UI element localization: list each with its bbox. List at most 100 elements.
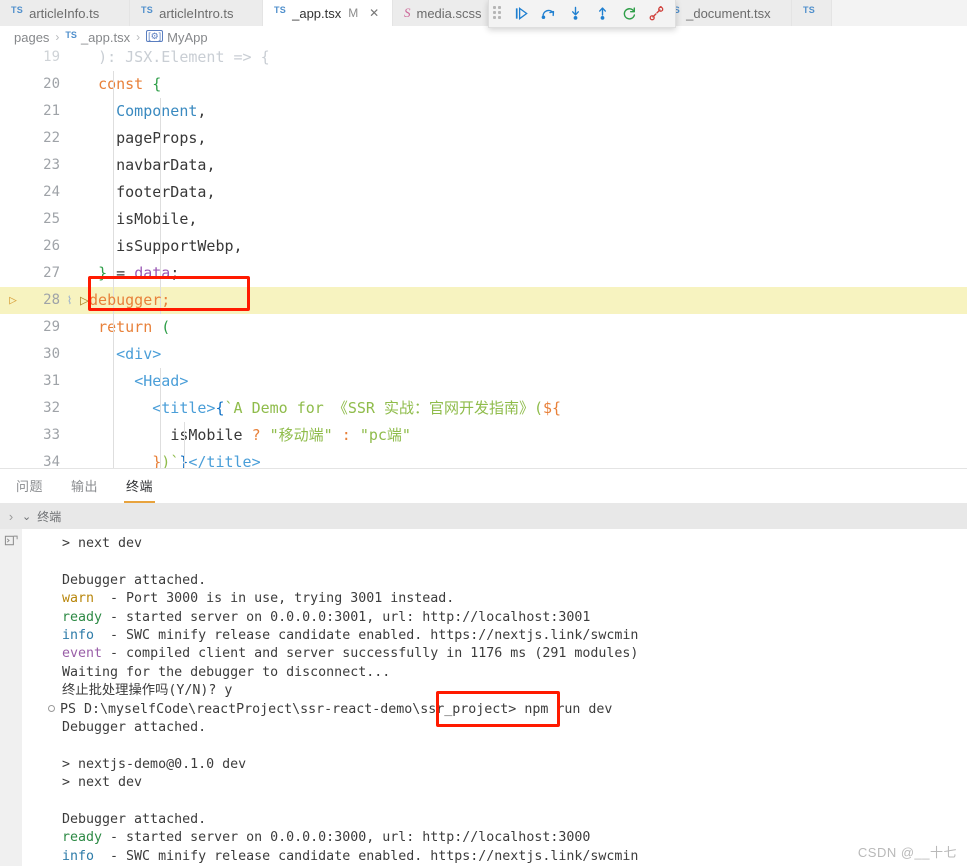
code-text: return ( [74, 314, 967, 341]
terminal-line: Debugger attached. [62, 812, 207, 828]
code-line[interactable]: 27 } = data; [0, 260, 967, 287]
code-token: , [206, 156, 216, 174]
code-token: return [98, 318, 153, 336]
breadcrumb-symbol[interactable]: MyApp [167, 30, 207, 45]
terminal-line: event - compiled client and server succe… [62, 645, 967, 663]
line-number: 32 [43, 400, 60, 416]
line-number: 29 [43, 319, 60, 335]
line-number: 34 [43, 454, 60, 468]
chevron-down-icon[interactable]: ⌄ [22, 510, 31, 523]
code-text: const { [74, 71, 967, 98]
code-line[interactable]: 30 <div> [0, 341, 967, 368]
modified-indicator: M [348, 6, 359, 20]
code-text: isMobile ? "移动端" : "pc端" [74, 422, 967, 449]
code-token: pageProps [116, 129, 198, 147]
code-text: isSupportWebp, [74, 233, 967, 260]
function-symbol-icon: [⚙] [146, 30, 164, 42]
breadcrumb-folder[interactable]: pages [14, 30, 49, 45]
editor-tab-bar: TS articleInfo.ts TS articleIntro.ts TS _app.… [0, 0, 967, 27]
breadcrumb-separator-icon-2: › [136, 30, 141, 44]
line-number: 22 [43, 130, 60, 146]
step-into-button[interactable] [563, 2, 588, 26]
code-text: ▷debugger; [74, 287, 967, 314]
panel-tab-0[interactable]: 问题 [14, 469, 45, 503]
indent-guide [184, 422, 185, 468]
code-line[interactable]: 33 isMobile ? "移动端" : "pc端" [0, 422, 967, 449]
debug-toolbar-drag-handle[interactable] [493, 5, 505, 22]
terminal-log-text: - SWC minify release candidate enabled. … [102, 848, 639, 864]
terminal-line: info - SWC minify release candidate enab… [62, 848, 967, 866]
terminal-log-text: - Port 3000 is in use, trying 3001 inste… [102, 591, 455, 607]
editor-tab-overflow[interactable]: TS [792, 0, 832, 26]
editor-tab--app-tsx[interactable]: TS _app.tsx M ✕ [263, 0, 393, 26]
code-text: Component, [74, 98, 967, 125]
terminal-line: > next dev [62, 775, 143, 791]
code-editor[interactable]: 19 ): JSX.Element => {20 const {21 Compo… [0, 44, 967, 468]
code-line[interactable]: 26 isSupportWebp, [0, 233, 967, 260]
inline-breakpoint-arrow-icon[interactable]: ▷ [80, 291, 89, 309]
terminal-log-tag: ready [62, 830, 103, 846]
breadcrumb: pages › TS _app.tsx › [⚙] MyApp [0, 26, 967, 48]
continue-button[interactable] [509, 2, 534, 26]
close-icon[interactable]: ✕ [367, 6, 381, 20]
editor-tab-articleinfo-ts[interactable]: TS articleInfo.ts [0, 0, 130, 26]
debug-toolbar[interactable] [488, 0, 676, 28]
code-token: , [197, 102, 207, 120]
code-line[interactable]: 34 })`}</title> [0, 449, 967, 468]
step-over-button[interactable] [536, 2, 561, 26]
panel-tab-2[interactable]: 终端 [124, 469, 156, 503]
line-number: 24 [43, 184, 60, 200]
code-line[interactable]: 23 navbarData, [0, 152, 967, 179]
code-line[interactable]: 24 footerData, [0, 179, 967, 206]
code-line[interactable]: 21 Component, [0, 98, 967, 125]
breadcrumb-file[interactable]: _app.tsx [81, 30, 130, 45]
code-token: "移动端" [269, 426, 333, 444]
code-token: : [341, 426, 351, 444]
line-number: 30 [43, 346, 60, 362]
code-text: navbarData, [74, 152, 967, 179]
code-line[interactable]: 20 const { [0, 71, 967, 98]
code-line[interactable]: 19 ): JSX.Element => { [0, 44, 967, 71]
editor-tab-articleintro-ts[interactable]: TS articleIntro.ts [130, 0, 263, 26]
execution-pointer-icon[interactable]: ▷ [0, 287, 26, 314]
code-line[interactable]: 31 <Head> [0, 368, 967, 395]
code-line[interactable]: 22 pageProps, [0, 125, 967, 152]
code-token: Component [116, 102, 198, 120]
code-token: ; [170, 264, 180, 282]
code-line[interactable]: 32 <title>{`A Demo for 《SSR 实战：官网开发指南》($… [0, 395, 967, 422]
editor-tab-media-scss[interactable]: Smedia.scss [393, 0, 497, 26]
panel-tab-1[interactable]: 输出 [69, 469, 100, 503]
step-out-button[interactable] [590, 2, 615, 26]
code-line[interactable]: 25 isMobile, [0, 206, 967, 233]
code-token: ? [251, 426, 261, 444]
breadcrumb-separator-icon: › [55, 30, 60, 44]
line-number: 27 [43, 265, 60, 281]
terminal-output[interactable]: > next dev Debugger attached. warn - Port… [40, 529, 967, 866]
expand-sidebar-icon[interactable]: › [0, 509, 22, 524]
editor-tab--document-tsx[interactable]: TS_document.tsx [657, 0, 792, 26]
code-line[interactable]: ▷ 28 ⌇ ▷debugger; [0, 287, 967, 314]
terminal-line: warn - Port 3000 is in use, trying 3001 … [62, 590, 967, 608]
code-line[interactable]: 29 return ( [0, 314, 967, 341]
code-token: <div> [116, 345, 162, 363]
terminal-line: Debugger attached. [62, 572, 207, 588]
new-terminal-icon[interactable] [4, 533, 19, 553]
disconnect-button[interactable] [644, 2, 669, 26]
terminal-body[interactable]: > next dev Debugger attached. warn - Port… [0, 529, 967, 866]
code-token: data [134, 264, 171, 282]
restart-button[interactable] [617, 2, 642, 26]
terminal-prompt-line: PS D:\myselfCode\reactProject\ssr-react-… [48, 701, 967, 719]
code-text: })`}</title> [74, 449, 967, 468]
code-text: ): JSX.Element => { [74, 44, 967, 71]
editor-tab-label: media.scss [416, 5, 482, 21]
